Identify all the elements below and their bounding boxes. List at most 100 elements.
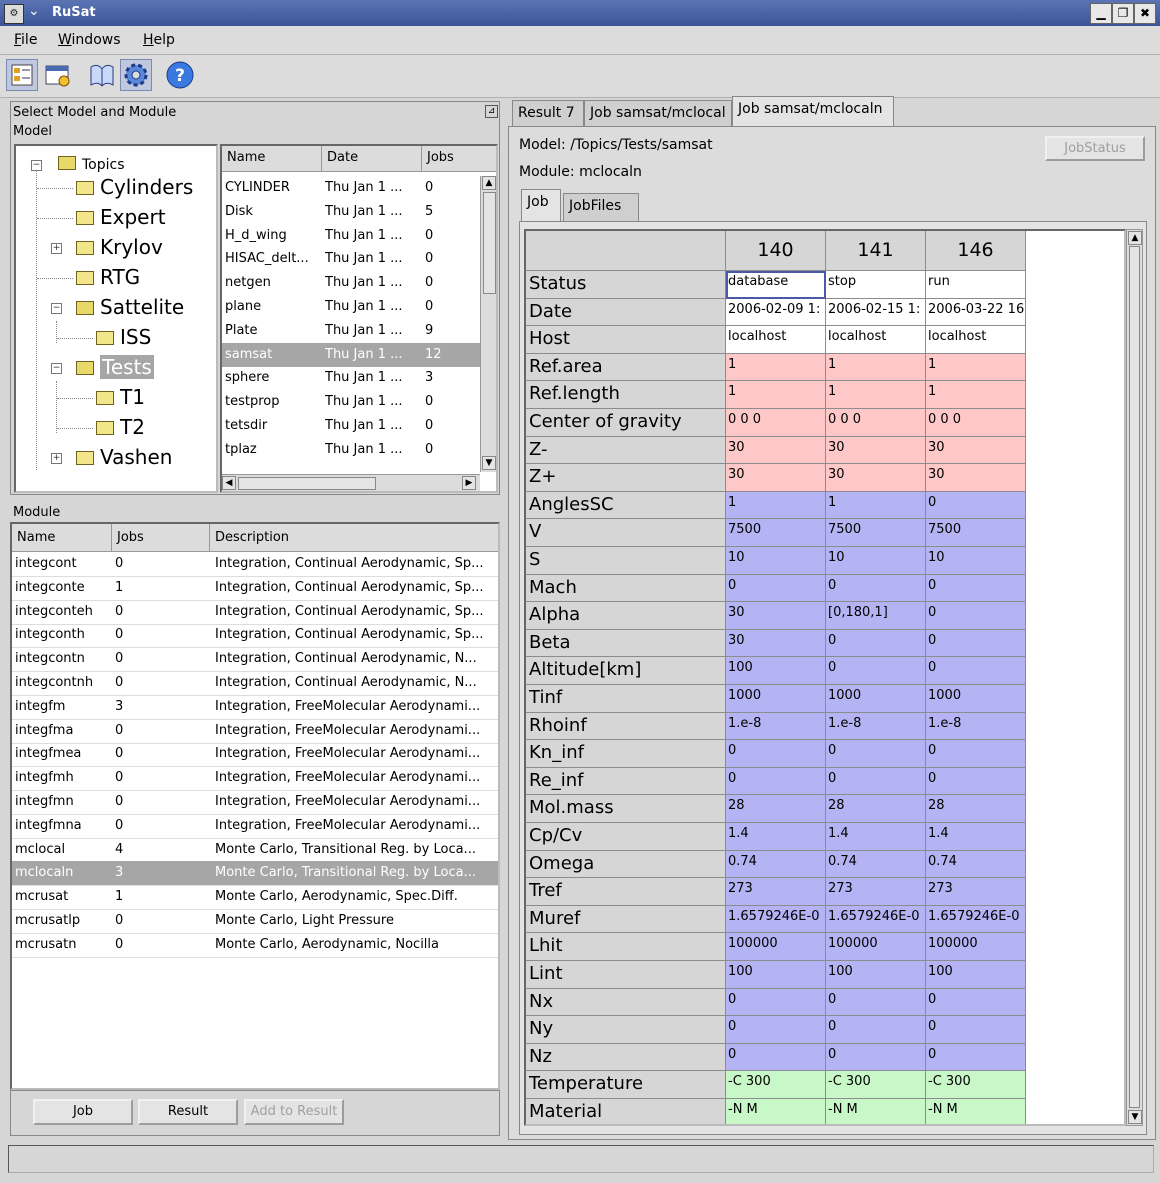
- models-horizontal-scrollbar[interactable]: ◀ ▶: [222, 474, 480, 491]
- parameter-value-cell[interactable]: 0: [926, 1016, 1026, 1044]
- parameter-value-cell[interactable]: -N M: [826, 1099, 926, 1124]
- parameter-value-cell[interactable]: 100000: [726, 933, 826, 961]
- parameter-value-cell[interactable]: 1.e-8: [926, 712, 1026, 741]
- parameter-value-cell[interactable]: 0: [926, 767, 1026, 796]
- table-row[interactable]: Disk Thu Jan 1 ... 5: [222, 200, 480, 224]
- table-row[interactable]: tetsdir Thu Jan 1 ... 0: [222, 414, 480, 438]
- tree-node[interactable]: Sattelite: [76, 296, 184, 318]
- table-row[interactable]: H_d_wing Thu Jan 1 ... 0: [222, 224, 480, 248]
- parameter-value-cell[interactable]: 1000: [826, 685, 926, 713]
- parameter-value-cell[interactable]: stop: [826, 271, 926, 299]
- parameter-value-cell[interactable]: 1: [726, 381, 826, 409]
- parameter-value-cell[interactable]: 0: [826, 1043, 926, 1072]
- parameter-value-cell[interactable]: 0: [726, 767, 826, 796]
- parameter-value-cell[interactable]: 0: [826, 767, 926, 796]
- parameter-value-cell[interactable]: 1: [826, 491, 926, 520]
- tree-expander[interactable]: −: [51, 303, 62, 314]
- table-row[interactable]: integconte 1 Integration, Continual Aerody…: [12, 576, 498, 601]
- scroll-thumb[interactable]: [483, 192, 496, 294]
- parameter-value-cell[interactable]: 30: [926, 464, 1026, 492]
- models-vertical-scrollbar[interactable]: ▲ ▼: [480, 176, 496, 472]
- tree-node[interactable]: RTG: [76, 266, 140, 288]
- menu-file[interactable]: File: [14, 32, 37, 48]
- window-menu-chevron-icon[interactable]: ⌄: [28, 3, 40, 19]
- scroll-up-arrow-icon[interactable]: ▲: [482, 176, 496, 190]
- panel-float-icon[interactable]: ⊿: [485, 105, 498, 118]
- close-button[interactable]: ✖: [1134, 3, 1156, 24]
- parameter-value-cell[interactable]: 2006-03-22 16: [926, 298, 1026, 327]
- book-button[interactable]: [86, 59, 118, 91]
- parameter-value-cell[interactable]: 1: [826, 353, 926, 382]
- table-row[interactable]: integfmea 0 Integration, FreeMolecular Aer…: [12, 742, 498, 768]
- module-column-description[interactable]: Description: [210, 524, 498, 552]
- parameter-value-cell[interactable]: 30: [826, 464, 926, 492]
- parameter-value-cell[interactable]: 0: [826, 740, 926, 768]
- parameter-value-cell[interactable]: 100: [726, 961, 826, 989]
- parameter-value-cell[interactable]: 10: [826, 547, 926, 575]
- parameter-value-cell[interactable]: 0: [926, 602, 1026, 630]
- parameter-value-cell[interactable]: 1.6579246E-0: [826, 905, 926, 934]
- table-row[interactable]: integconth 0 Integration, Continual Aerody…: [12, 623, 498, 649]
- tree-node[interactable]: T2: [96, 416, 145, 438]
- table-row[interactable]: tplaz Thu Jan 1 ... 0: [222, 438, 480, 462]
- table-row[interactable]: mclocaln 3 Monte Carlo, Transitional Reg. …: [12, 861, 498, 887]
- title-bar[interactable]: ⚙ ⌄ RuSat ▁ ❐ ✖: [0, 0, 1160, 26]
- parameter-value-cell[interactable]: 0: [926, 1043, 1026, 1072]
- job-id-header[interactable]: 146: [926, 231, 1026, 271]
- parameter-value-cell[interactable]: 1: [726, 491, 826, 520]
- table-row[interactable]: HISAC_delt... Thu Jan 1 ... 0: [222, 247, 480, 271]
- model-browser-button[interactable]: [6, 59, 38, 91]
- add-to-result-button[interactable]: Add to Result: [244, 1099, 344, 1125]
- parameter-value-cell[interactable]: 0: [926, 574, 1026, 603]
- parameter-value-cell[interactable]: -C 300: [826, 1071, 926, 1099]
- table-row[interactable]: integfmh 0 Integration, FreeMolecular Aero…: [12, 766, 498, 792]
- table-row[interactable]: plane Thu Jan 1 ... 0: [222, 295, 480, 319]
- table-row[interactable]: testprop Thu Jan 1 ... 0: [222, 390, 480, 414]
- grid-scroll-thumb[interactable]: [1129, 246, 1140, 1108]
- parameter-value-cell[interactable]: 1.e-8: [726, 712, 826, 741]
- scroll-down-arrow-icon[interactable]: ▼: [482, 456, 496, 470]
- parameter-value-cell[interactable]: database: [726, 271, 826, 299]
- parameter-value-cell[interactable]: 1: [926, 353, 1026, 382]
- table-row[interactable]: CYLINDER Thu Jan 1 ... 0: [222, 176, 480, 200]
- tree-node[interactable]: Krylov: [76, 236, 163, 258]
- menu-windows[interactable]: Windows: [58, 32, 121, 48]
- parameter-value-cell[interactable]: 0: [726, 1043, 826, 1072]
- table-row[interactable]: mcrusatn 0 Monte Carlo, Aerodynamic, Nocil…: [12, 933, 498, 958]
- parameter-value-cell[interactable]: localhost: [826, 326, 926, 354]
- parameter-value-cell[interactable]: 30: [726, 464, 826, 492]
- parameter-value-cell[interactable]: 0: [826, 988, 926, 1017]
- parameter-value-cell[interactable]: -C 300: [726, 1071, 826, 1099]
- parameter-value-cell[interactable]: 0: [726, 574, 826, 603]
- parameter-value-cell[interactable]: 0 0 0: [926, 409, 1026, 437]
- module-column-name[interactable]: Name: [12, 524, 112, 552]
- parameter-value-cell[interactable]: 273: [926, 878, 1026, 906]
- parameter-value-cell[interactable]: 1.4: [926, 823, 1026, 851]
- parameter-value-cell[interactable]: 1: [926, 381, 1026, 409]
- parameter-value-cell[interactable]: 1.6579246E-0: [926, 905, 1026, 934]
- parameter-value-cell[interactable]: 0 0 0: [826, 409, 926, 437]
- parameter-value-cell[interactable]: -N M: [926, 1099, 1026, 1124]
- parameter-value-cell[interactable]: 100: [926, 961, 1026, 989]
- parameter-value-cell[interactable]: 0 0 0: [726, 409, 826, 437]
- tree-node[interactable]: Cylinders: [76, 176, 193, 198]
- parameter-value-cell[interactable]: 1000: [926, 685, 1026, 713]
- parameter-value-cell[interactable]: 0: [726, 740, 826, 768]
- parameter-value-cell[interactable]: 0: [926, 629, 1026, 658]
- tree-node[interactable]: Tests: [76, 355, 154, 379]
- parameter-value-cell[interactable]: 7500: [826, 519, 926, 547]
- table-row[interactable]: samsat Thu Jan 1 ... 12: [222, 342, 480, 367]
- parameter-value-cell[interactable]: 100000: [926, 933, 1026, 961]
- tab-result-7[interactable]: Result 7: [512, 100, 584, 126]
- parameter-value-cell[interactable]: 7500: [926, 519, 1026, 547]
- tree-node[interactable]: Vashen: [76, 446, 172, 468]
- tree-expander[interactable]: −: [51, 363, 62, 374]
- horizontal-scroll-thumb[interactable]: [238, 477, 376, 490]
- parameter-value-cell[interactable]: -N M: [726, 1099, 826, 1124]
- scroll-right-arrow-icon[interactable]: ▶: [462, 476, 476, 490]
- table-row[interactable]: integfmn 0 Integration, FreeMolecular Aero…: [12, 790, 498, 815]
- grid-scroll-down-icon[interactable]: ▼: [1128, 1110, 1142, 1124]
- table-row[interactable]: mclocal 4 Monte Carlo, Transitional Reg. b…: [12, 838, 498, 863]
- tree-node[interactable]: Expert: [76, 206, 166, 228]
- table-row[interactable]: netgen Thu Jan 1 ... 0: [222, 271, 480, 295]
